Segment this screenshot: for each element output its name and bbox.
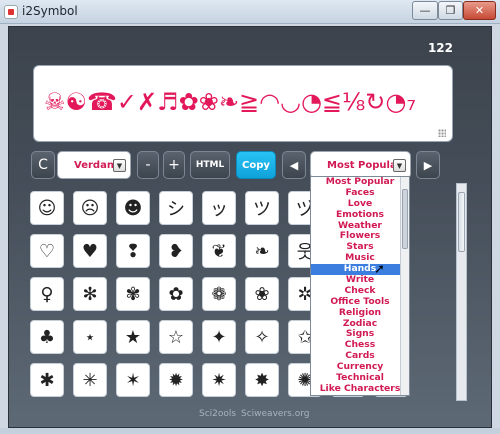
symbol-cell[interactable]: ✹ [159,363,193,397]
window-bottom-edge [0,428,500,434]
symbol-cell[interactable]: ✻ [73,277,107,311]
symbol-cell[interactable]: ☹ [73,191,107,225]
symbol-cell[interactable]: ✿ [159,277,193,311]
symbol-cell[interactable]: ✾ [116,277,150,311]
symbol-cell[interactable]: ⋆ [73,320,107,354]
copy-button[interactable]: Copy [236,151,276,179]
symbol-cell[interactable]: ❁ [202,277,236,311]
footer-credit-left[interactable]: Sci2ools [199,409,236,419]
maximize-button[interactable]: ❐ [438,1,463,20]
previous-category-button[interactable]: ◀ [282,151,306,179]
symbol-cell[interactable]: シ [159,191,193,225]
grid-scrollbar-thumb[interactable] [458,192,465,252]
app-panel: 122 ☠☯☎✓✗♬✿❀❧≧◠◡◔≦⅛↻◔₇ C Verdana ▼ - + H… [8,26,492,428]
symbol-count: 122 [427,41,453,55]
font-select[interactable]: Verdana ▼ [57,151,131,179]
symbol-cell[interactable]: ❥ [159,234,193,268]
symbol-cell[interactable]: ✦ [202,320,236,354]
dropdown-item[interactable]: Like Characters [311,383,409,395]
dropdown-scrollbar[interactable] [400,177,409,395]
preview-text: ☠☯☎✓✗♬✿❀❧≧◠◡◔≦⅛↻◔₇ [44,88,416,116]
next-category-button[interactable]: ▶ [416,151,440,179]
dropdown-scrollbar-thumb[interactable] [402,189,408,249]
symbol-cell[interactable]: ☻ [116,191,150,225]
symbol-cell[interactable]: ★ [116,320,150,354]
symbol-cell[interactable]: ♣ [30,320,64,354]
symbol-cell[interactable]: ☆ [159,320,193,354]
symbol-cell[interactable]: ✸ [245,363,279,397]
dropdown-item[interactable]: Emotions [311,209,409,221]
app-icon [4,5,18,19]
symbol-cell[interactable]: ☺ [30,191,64,225]
symbol-cell[interactable]: ♥ [73,234,107,268]
clear-button[interactable]: C [31,151,55,179]
category-select[interactable]: Most Popular ▼ [310,151,411,179]
chevron-down-icon[interactable]: ▼ [393,159,406,172]
symbol-cell[interactable]: ッ [202,191,236,225]
footer-credit-right[interactable]: Sciweavers.org [241,409,309,419]
dropdown-item[interactable]: Religion [311,307,409,319]
category-dropdown-list[interactable]: Most Popular Faces Love Emotions Weather Flow… [310,176,410,396]
resize-grip-icon[interactable] [438,129,446,137]
symbol-cell[interactable]: ❦ [202,234,236,268]
mouse-cursor-icon: ➚ [374,262,385,277]
symbol-cell[interactable]: ♀ [30,277,64,311]
window-title: i2Symbol [22,4,78,18]
decrease-size-button[interactable]: - [137,151,159,179]
symbol-cell[interactable]: ✱ [30,363,64,397]
title-bar: i2Symbol — ❐ ✕ [0,0,500,24]
symbol-cell[interactable]: ✧ [245,320,279,354]
symbol-cell[interactable]: ❧ [245,234,279,268]
symbol-cell[interactable]: ツ [245,191,279,225]
grid-scrollbar[interactable] [456,183,467,401]
minimize-button[interactable]: — [412,1,438,20]
close-button[interactable]: ✕ [463,1,496,20]
chevron-down-icon[interactable]: ▼ [113,159,126,172]
symbol-cell[interactable]: ❢ [116,234,150,268]
symbol-cell[interactable]: ✳ [73,363,107,397]
symbol-cell[interactable]: ✶ [116,363,150,397]
category-select-value: Most Popular [327,159,402,171]
symbol-cell[interactable]: ✷ [202,363,236,397]
symbol-cell[interactable]: ♡ [30,234,64,268]
symbol-cell[interactable]: ❀ [245,277,279,311]
preview-textbox[interactable]: ☠☯☎✓✗♬✿❀❧≧◠◡◔≦⅛↻◔₇ [33,65,453,142]
increase-size-button[interactable]: + [163,151,185,179]
html-button[interactable]: HTML [190,151,230,179]
